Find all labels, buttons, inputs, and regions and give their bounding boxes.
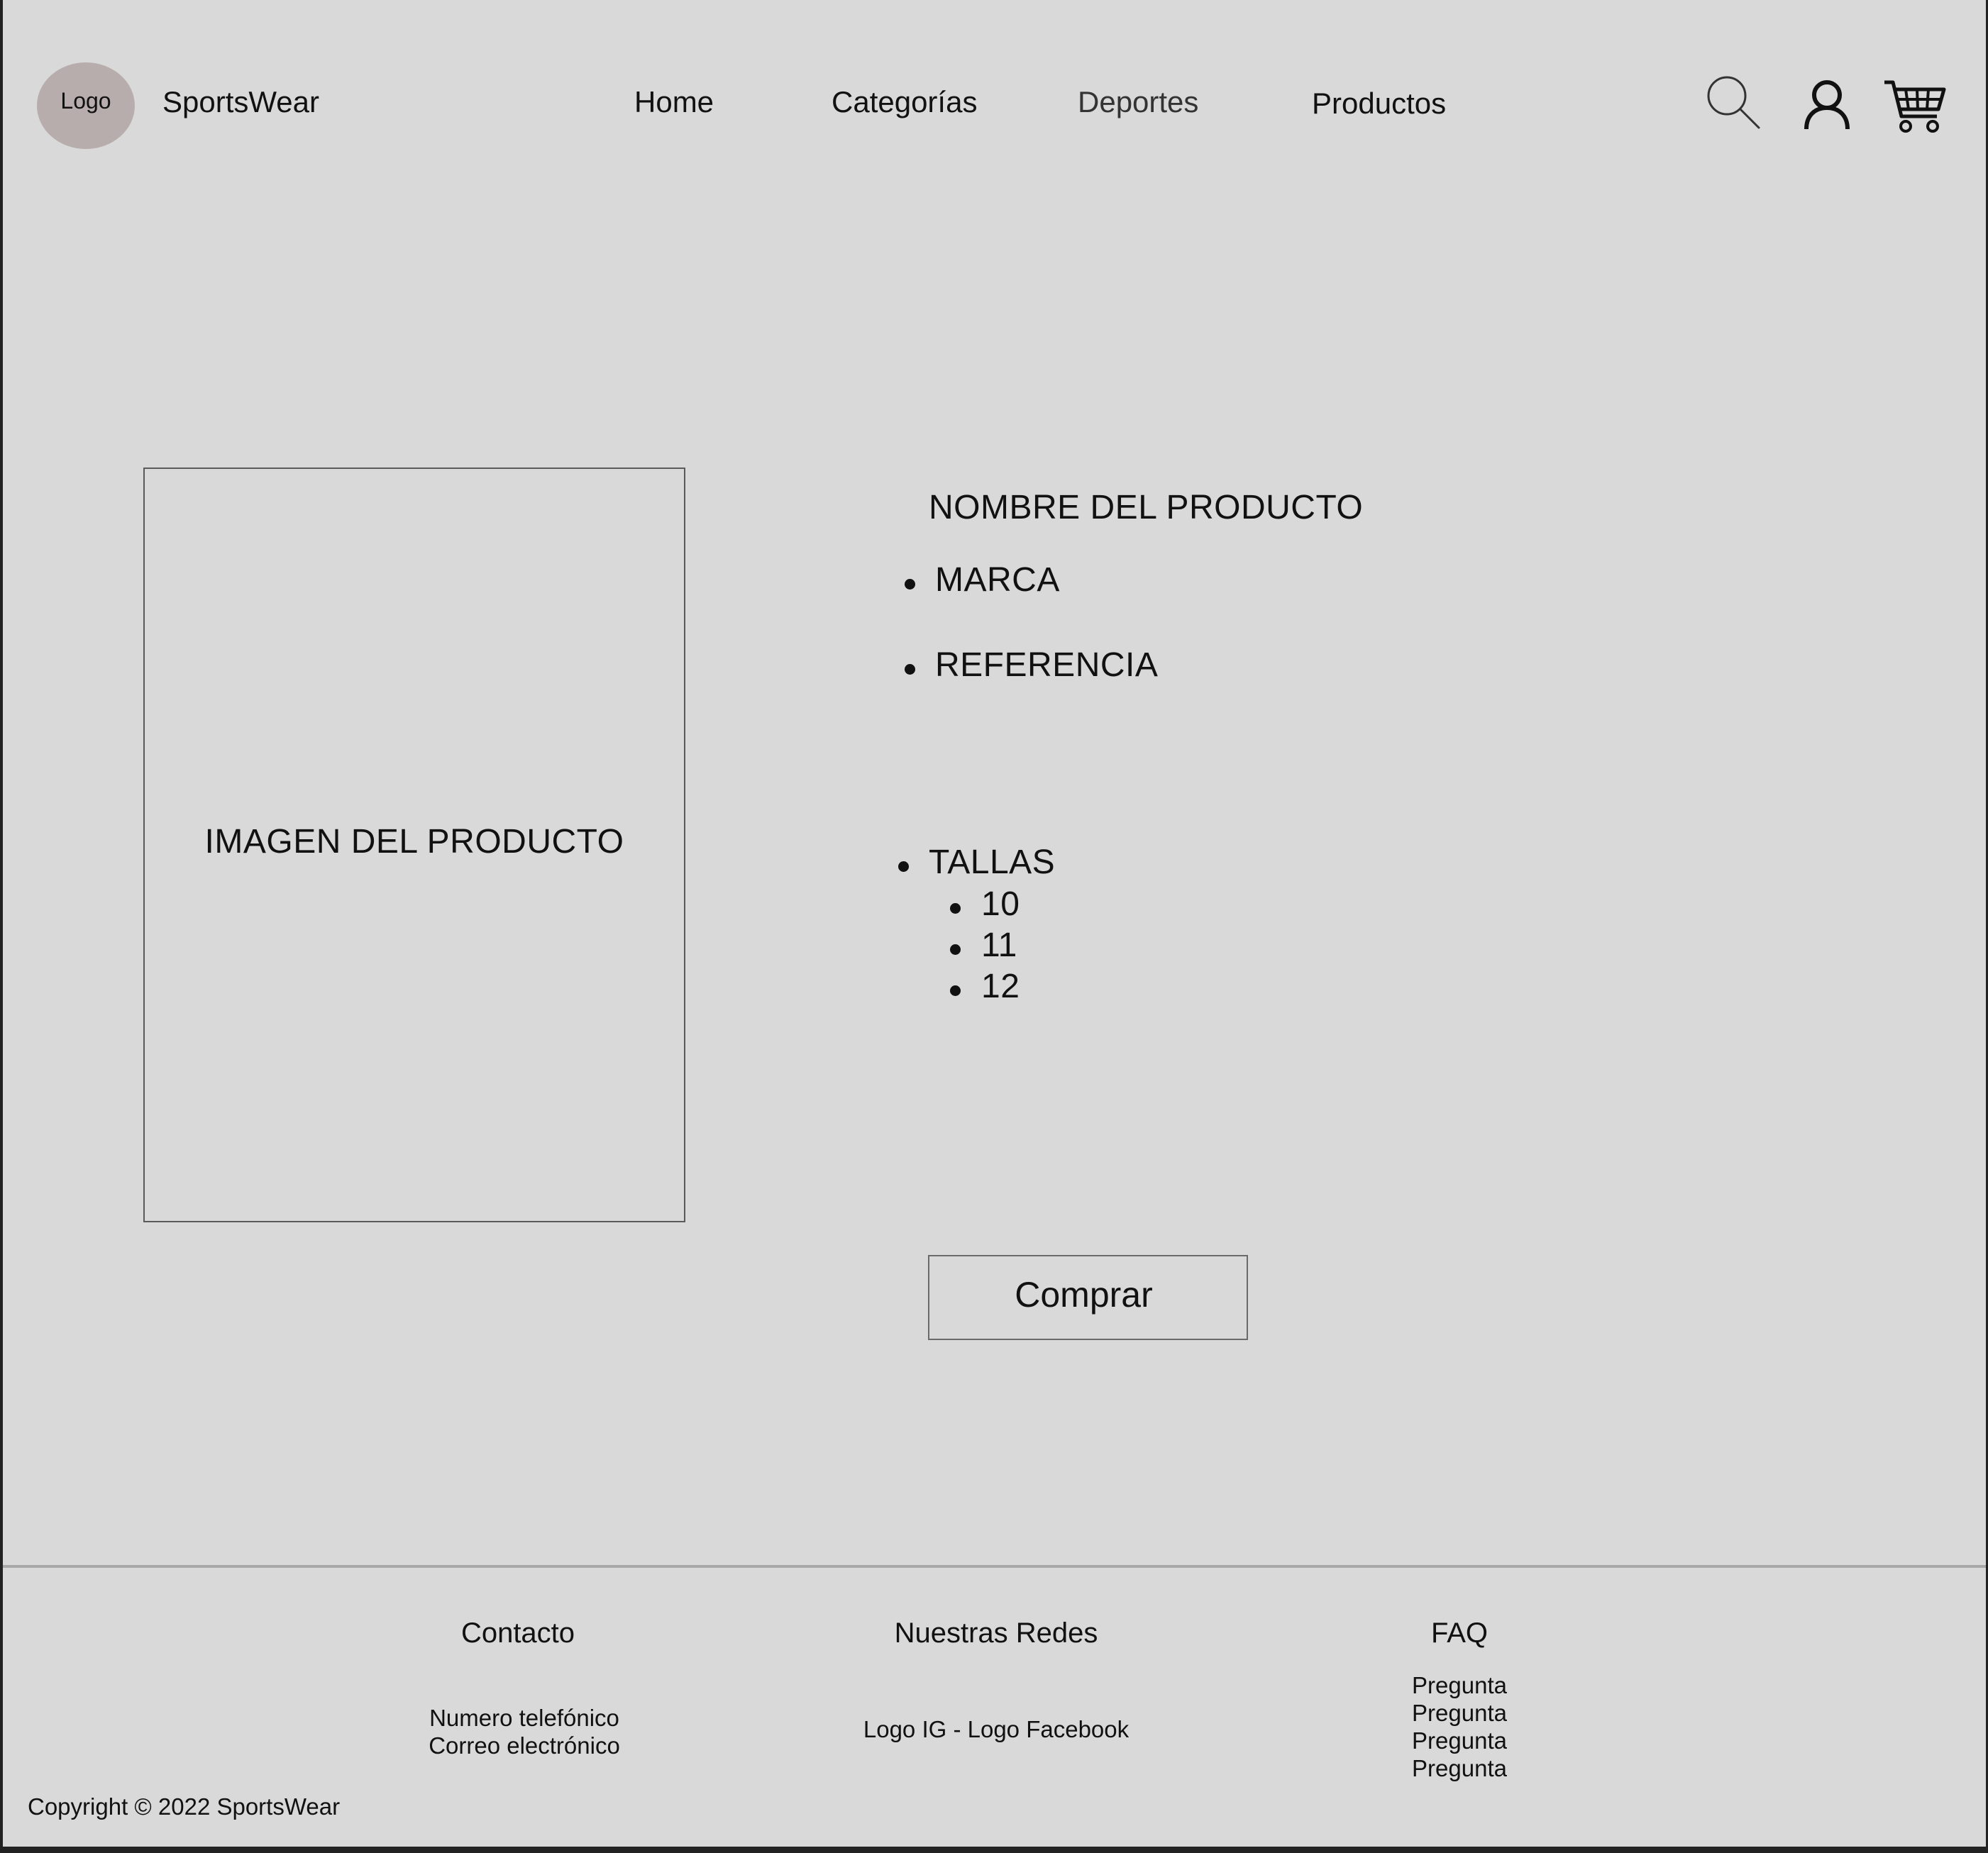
brand-name[interactable]: SportsWear: [162, 85, 319, 119]
bullet-icon: [898, 861, 909, 872]
logo-label: Logo: [60, 87, 111, 114]
footer-social-heading: Nuestras Redes: [894, 1617, 1098, 1649]
size-option[interactable]: 10: [981, 885, 1020, 924]
product-title: NOMBRE DEL PRODUCTO: [929, 489, 1364, 526]
page: Logo SportsWear Home Categorías Deportes…: [3, 0, 1986, 1847]
faq-item[interactable]: Pregunta: [1388, 1699, 1530, 1727]
footer-email: Correo electrónico: [429, 1732, 620, 1759]
faq-item[interactable]: Pregunta: [1388, 1727, 1530, 1754]
nav-productos[interactable]: Productos: [1312, 87, 1446, 121]
bullet-icon: [950, 985, 961, 996]
footer-phone: Numero telefónico: [429, 1705, 619, 1731]
nav-categorias[interactable]: Categorías: [832, 85, 977, 119]
buy-button-label: Comprar: [1015, 1275, 1153, 1315]
bullet-icon: [950, 944, 961, 955]
buy-button[interactable]: Comprar: [928, 1255, 1248, 1340]
product-image-placeholder: IMAGEN DEL PRODUCTO: [204, 823, 624, 861]
nav-home[interactable]: Home: [634, 85, 714, 119]
bullet-icon: [950, 903, 961, 914]
copyright: Copyright © 2022 SportsWear: [28, 1793, 341, 1820]
sizes-heading: TALLAS: [929, 843, 1056, 881]
logo[interactable]: Logo: [37, 62, 135, 149]
product-brand: MARCA: [935, 561, 1060, 599]
size-option[interactable]: 11: [981, 926, 1017, 965]
footer-social-links[interactable]: Logo IG - Logo Facebook: [840, 1715, 1152, 1743]
cart-icon[interactable]: [1883, 78, 1947, 135]
product-image: IMAGEN DEL PRODUCTO: [143, 468, 685, 1222]
footer-faq-heading: FAQ: [1430, 1617, 1489, 1649]
bullet-icon: [905, 579, 915, 590]
faq-item[interactable]: Pregunta: [1388, 1754, 1530, 1782]
search-icon[interactable]: [1706, 74, 1762, 130]
bullet-icon: [905, 664, 915, 675]
nav-deportes[interactable]: Deportes: [1078, 85, 1198, 119]
footer-contact-heading: Contacto: [460, 1617, 575, 1649]
footer-divider: [3, 1565, 1986, 1568]
size-option[interactable]: 12: [981, 967, 1020, 1006]
faq-item[interactable]: Pregunta: [1388, 1671, 1530, 1699]
product-reference: REFERENCIA: [935, 646, 1159, 684]
user-icon[interactable]: [1803, 79, 1851, 131]
